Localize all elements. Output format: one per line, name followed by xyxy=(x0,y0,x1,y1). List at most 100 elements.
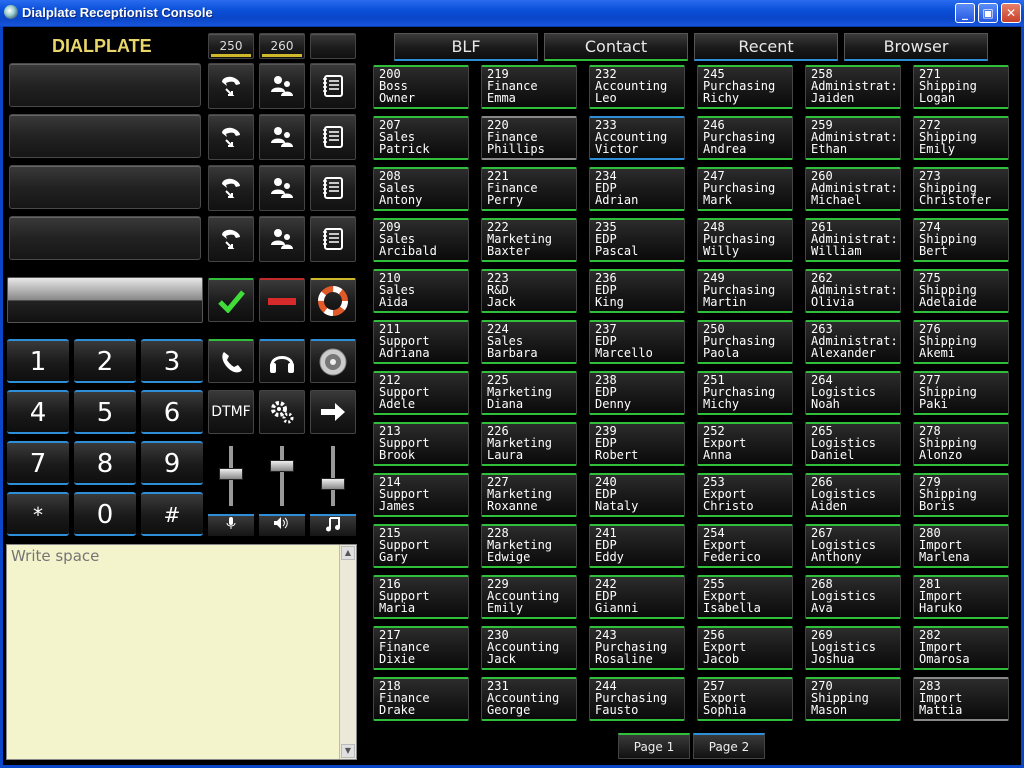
blf-extension-210[interactable]: 210 Sales Aida xyxy=(373,269,469,313)
blf-extension-236[interactable]: 236 EDP King xyxy=(589,269,685,313)
mic-mute-button[interactable] xyxy=(208,514,254,536)
blf-extension-264[interactable]: 264 Logistics Noah xyxy=(805,371,901,415)
speaker-slider-knob[interactable] xyxy=(270,460,294,472)
blf-extension-246[interactable]: 246 Purchasing Andrea xyxy=(697,116,793,160)
key-0[interactable]: 0 xyxy=(74,492,136,536)
call-line-3[interactable] xyxy=(9,165,201,209)
blf-extension-265[interactable]: 265 Logistics Daniel xyxy=(805,422,901,466)
blf-extension-219[interactable]: 219 Finance Emma xyxy=(481,65,577,109)
blf-extension-238[interactable]: 238 EDP Denny xyxy=(589,371,685,415)
page-2-button[interactable]: Page 2 xyxy=(693,733,765,759)
blf-extension-207[interactable]: 207 Sales Patrick xyxy=(373,116,469,160)
mic-volume-slider[interactable] xyxy=(208,442,254,510)
tab-contact[interactable]: Contact xyxy=(544,33,688,61)
blf-extension-262[interactable]: 262 Administrat: Olivia xyxy=(805,269,901,313)
blf-extension-235[interactable]: 235 EDP Pascal xyxy=(589,218,685,262)
key-9[interactable]: 9 xyxy=(141,441,203,485)
blf-extension-229[interactable]: 229 Accounting Emily xyxy=(481,575,577,619)
key-star[interactable]: * xyxy=(7,492,69,536)
blf-extension-272[interactable]: 272 Shipping Emily xyxy=(913,116,1009,160)
blf-extension-230[interactable]: 230 Accounting Jack xyxy=(481,626,577,670)
page-1-button[interactable]: Page 1 xyxy=(618,733,690,759)
blf-extension-275[interactable]: 275 Shipping Adelaide xyxy=(913,269,1009,313)
line-notes-button-2[interactable] xyxy=(310,114,356,160)
blf-extension-248[interactable]: 248 Purchasing Willy xyxy=(697,218,793,262)
tab-browser[interactable]: Browser xyxy=(844,33,988,61)
key-1[interactable]: 1 xyxy=(7,339,69,383)
line-transfer-button-1[interactable] xyxy=(208,63,254,109)
blf-extension-227[interactable]: 227 Marketing Roxanne xyxy=(481,473,577,517)
key-6[interactable]: 6 xyxy=(141,390,203,434)
speaker-mute-button[interactable] xyxy=(259,514,305,536)
blf-extension-244[interactable]: 244 Purchasing Fausto xyxy=(589,677,685,721)
blf-extension-240[interactable]: 240 EDP Nataly xyxy=(589,473,685,517)
blf-extension-282[interactable]: 282 Import Omarosa xyxy=(913,626,1009,670)
line-transfer-button-4[interactable] xyxy=(208,216,254,262)
call-line-4[interactable] xyxy=(9,216,201,260)
dtmf-button[interactable]: DTMF xyxy=(208,390,254,434)
blf-extension-231[interactable]: 231 Accounting George xyxy=(481,677,577,721)
blf-extension-225[interactable]: 225 Marketing Diana xyxy=(481,371,577,415)
line-notes-button-3[interactable] xyxy=(310,165,356,211)
blf-extension-216[interactable]: 216 Support Maria xyxy=(373,575,469,619)
headset-button[interactable] xyxy=(259,339,305,383)
blf-extension-255[interactable]: 255 Export Isabella xyxy=(697,575,793,619)
blf-extension-257[interactable]: 257 Export Sophia xyxy=(697,677,793,721)
line-count-250[interactable]: 250 xyxy=(208,33,254,59)
dial-button[interactable] xyxy=(208,339,254,383)
key-2[interactable]: 2 xyxy=(74,339,136,383)
tab-blf[interactable]: BLF xyxy=(394,33,538,61)
key-5[interactable]: 5 xyxy=(74,390,136,434)
blf-extension-224[interactable]: 224 Sales Barbara xyxy=(481,320,577,364)
record-button[interactable] xyxy=(310,339,356,383)
line-conference-button-2[interactable] xyxy=(259,114,305,160)
blf-extension-263[interactable]: 263 Administrat: Alexander xyxy=(805,320,901,364)
blf-extension-283[interactable]: 283 Import Mattia xyxy=(913,677,1009,721)
blf-extension-239[interactable]: 239 EDP Robert xyxy=(589,422,685,466)
blf-extension-211[interactable]: 211 Support Adriana xyxy=(373,320,469,364)
accept-call-button[interactable] xyxy=(208,278,254,322)
key-8[interactable]: 8 xyxy=(74,441,136,485)
blf-extension-232[interactable]: 232 Accounting Leo xyxy=(589,65,685,109)
ringer-slider-knob[interactable] xyxy=(321,478,345,490)
line-notes-button-4[interactable] xyxy=(310,216,356,262)
key-7[interactable]: 7 xyxy=(7,441,69,485)
blf-extension-273[interactable]: 273 Shipping Christofer xyxy=(913,167,1009,211)
blf-extension-217[interactable]: 217 Finance Dixie xyxy=(373,626,469,670)
blf-extension-269[interactable]: 269 Logistics Joshua xyxy=(805,626,901,670)
blf-extension-209[interactable]: 209 Sales Arcibald xyxy=(373,218,469,262)
blf-extension-241[interactable]: 241 EDP Eddy xyxy=(589,524,685,568)
line-conference-button-3[interactable] xyxy=(259,165,305,211)
line-count-blank[interactable] xyxy=(310,33,356,59)
blf-extension-237[interactable]: 237 EDP Marcello xyxy=(589,320,685,364)
minimize-button[interactable]: _ xyxy=(955,3,975,23)
line-notes-button-1[interactable] xyxy=(310,63,356,109)
blf-extension-208[interactable]: 208 Sales Antony xyxy=(373,167,469,211)
blf-extension-250[interactable]: 250 Purchasing Paola xyxy=(697,320,793,364)
blf-extension-268[interactable]: 268 Logistics Ava xyxy=(805,575,901,619)
line-count-260[interactable]: 260 xyxy=(259,33,305,59)
blf-extension-253[interactable]: 253 Export Christo xyxy=(697,473,793,517)
blf-extension-251[interactable]: 251 Purchasing Michy xyxy=(697,371,793,415)
key-hash[interactable]: # xyxy=(141,492,203,536)
blf-extension-226[interactable]: 226 Marketing Laura xyxy=(481,422,577,466)
blf-extension-258[interactable]: 258 Administrat: Jaiden xyxy=(805,65,901,109)
blf-extension-233[interactable]: 233 Accounting Victor xyxy=(589,116,685,160)
transfer-button[interactable] xyxy=(310,390,356,434)
speaker-volume-slider[interactable] xyxy=(259,442,305,510)
line-transfer-button-2[interactable] xyxy=(208,114,254,160)
line-conference-button-1[interactable] xyxy=(259,63,305,109)
blf-extension-213[interactable]: 213 Support Brook xyxy=(373,422,469,466)
blf-extension-271[interactable]: 271 Shipping Logan xyxy=(913,65,1009,109)
blf-extension-274[interactable]: 274 Shipping Bert xyxy=(913,218,1009,262)
blf-extension-252[interactable]: 252 Export Anna xyxy=(697,422,793,466)
notes-input[interactable] xyxy=(7,545,341,759)
mic-slider-knob[interactable] xyxy=(219,468,243,480)
line-transfer-button-3[interactable] xyxy=(208,165,254,211)
close-button[interactable]: ✕ xyxy=(1001,3,1021,23)
tab-recent[interactable]: Recent xyxy=(694,33,838,61)
blf-extension-221[interactable]: 221 Finance Perry xyxy=(481,167,577,211)
ringtone-button[interactable] xyxy=(310,514,356,536)
blf-extension-215[interactable]: 215 Support Gary xyxy=(373,524,469,568)
blf-extension-220[interactable]: 220 Finance Phillips xyxy=(481,116,577,160)
